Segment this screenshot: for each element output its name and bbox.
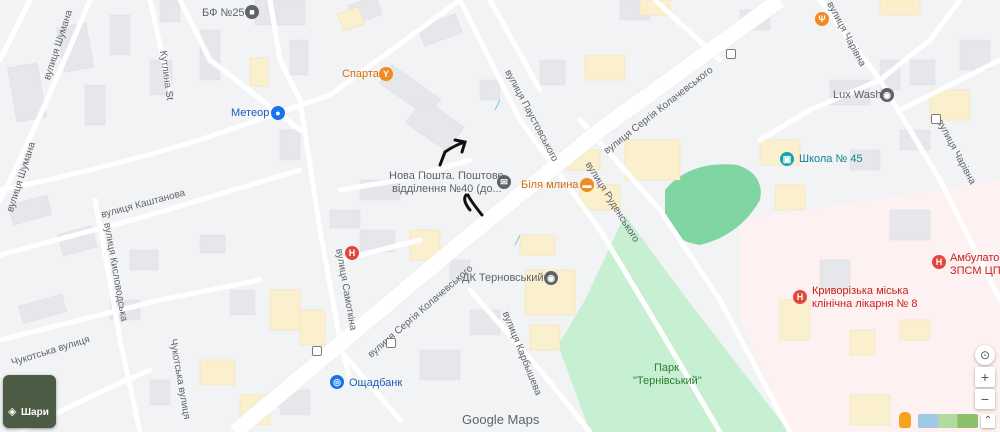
poi-label-ambulatoriia-2[interactable]: ЗПСМ ЦПМ (950, 265, 1000, 277)
bus-stop-icon[interactable] (312, 346, 322, 356)
poi-label-ambulatoriia-1[interactable]: Амбулатор (950, 252, 1000, 264)
poi-label-shkola45[interactable]: Школа № 45 (799, 153, 863, 165)
bank-icon[interactable]: ◎ (330, 375, 344, 389)
poi-label-oshchadbank[interactable]: Ощадбанк (349, 377, 402, 389)
poi-label-likarnia-1[interactable]: Криворізька міська (812, 285, 908, 297)
layers-label: Шари (21, 407, 49, 418)
my-location-button[interactable]: ⊙ (975, 345, 995, 365)
car-wash-icon[interactable]: ◉ (880, 88, 894, 102)
bus-stop-icon[interactable] (931, 114, 941, 124)
culture-icon[interactable]: ◉ (544, 271, 558, 285)
post-office-icon[interactable]: ✉ (497, 175, 511, 189)
imagery-thumbnail[interactable] (918, 414, 978, 428)
poi-label-sparta[interactable]: Спарта (342, 68, 379, 80)
poi-label-park-1[interactable]: Парк (654, 362, 679, 374)
hospital-icon[interactable]: H (793, 290, 807, 304)
hospital-icon[interactable]: H (932, 255, 946, 269)
poi-label-bilya-mlyna[interactable]: Біля млина (521, 179, 578, 191)
fastfood-icon[interactable]: Ψ (815, 12, 829, 26)
layers-icon: ◈ (8, 406, 17, 418)
zoom-in-button[interactable]: + (975, 367, 995, 387)
map-canvas[interactable] (0, 0, 1000, 432)
poi-label-nova-poshta-1[interactable]: Нова Пошта. Поштове (389, 170, 504, 182)
bus-stop-icon[interactable] (386, 338, 396, 348)
pegman-icon[interactable] (899, 412, 911, 428)
hospital-icon[interactable]: H (345, 246, 359, 260)
google-maps-logo: Google Maps (462, 412, 540, 427)
zoom-out-button[interactable]: − (975, 389, 995, 409)
sport-icon[interactable]: Y (379, 67, 393, 81)
library-icon[interactable]: ■ (245, 5, 259, 19)
poi-label-nova-poshta-2[interactable]: відділення №40 (до... (392, 183, 502, 195)
poi-label-likarnia-2[interactable]: клінічна лікарня № 8 (812, 298, 918, 310)
layers-button[interactable]: ◈ Шари (3, 375, 56, 428)
bus-stop-icon[interactable] (726, 49, 736, 59)
stadium-icon[interactable]: ● (271, 106, 285, 120)
my-location-icon: ⊙ (979, 348, 991, 362)
expand-icon[interactable]: ⌃ (981, 414, 995, 428)
poi-label-park-2[interactable]: "Тернівський" (633, 375, 702, 387)
cafe-icon[interactable]: ▬ (580, 178, 594, 192)
poi-label-bf25[interactable]: БФ №25 (202, 7, 245, 19)
poi-label-lux-wash[interactable]: Lux Wash (833, 89, 882, 101)
poi-label-meteor[interactable]: Метеор (231, 107, 269, 119)
poi-label-dk-ternovskyi[interactable]: ДК Терновський (462, 272, 544, 284)
school-icon[interactable]: ▣ (780, 152, 794, 166)
